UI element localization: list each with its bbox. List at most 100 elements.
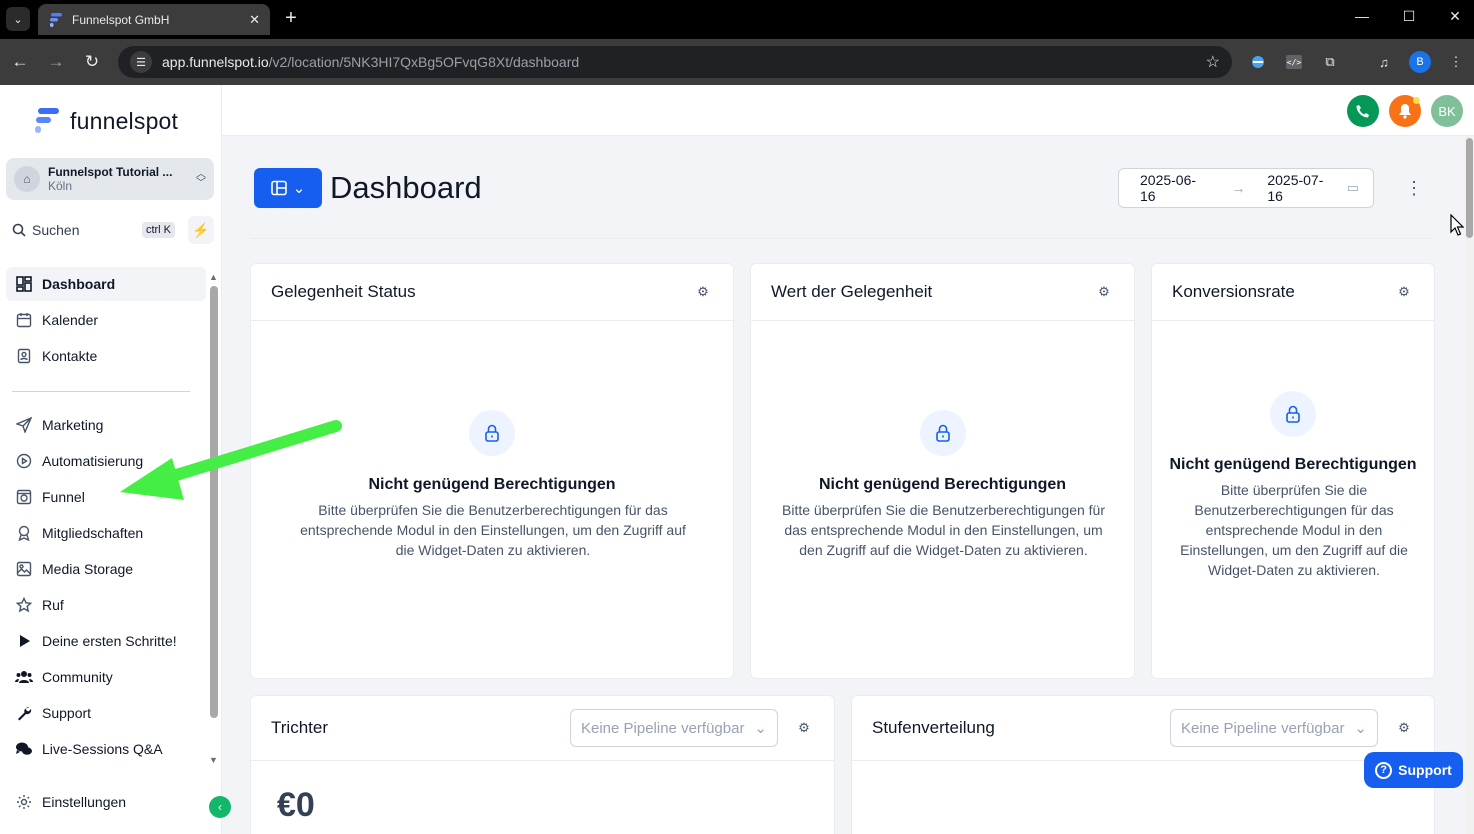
notifications-button[interactable] <box>1389 95 1421 127</box>
card-opportunity-value: Wert der Gelegenheit ⚙ Nicht genügend Be… <box>750 263 1135 679</box>
card-stage-distribution: Stufenverteilung Keine Pipeline verfügba… <box>851 695 1435 834</box>
sidebar-scrollbar[interactable] <box>210 286 218 718</box>
sidebar-item-kontakte[interactable]: Kontakte <box>6 339 206 373</box>
lock-icon <box>920 410 966 456</box>
layout-switch-button[interactable]: ⌄ <box>254 168 322 208</box>
funnelspot-logo-icon <box>35 108 59 133</box>
browser-menu-icon[interactable]: ⋮ <box>1445 51 1467 73</box>
card-opportunity-status: Gelegenheit Status ⚙ Nicht genügend Bere… <box>250 263 734 679</box>
date-to: 2025-07-16 <box>1267 172 1324 204</box>
tab-search-button[interactable]: ⌄ <box>6 7 30 31</box>
lock-icon <box>1270 391 1316 437</box>
extensions-puzzle-icon[interactable]: ⧉ <box>1319 51 1341 73</box>
phone-button[interactable] <box>1347 95 1379 127</box>
location-icon: ⌂ <box>14 166 40 192</box>
sidebar-item-media-storage[interactable]: Media Storage <box>6 552 206 586</box>
sidebar-item-community[interactable]: Community <box>6 660 206 694</box>
phone-icon <box>1356 105 1369 118</box>
search-input[interactable]: Suchen ctrl K <box>6 216 181 244</box>
contacts-icon <box>14 346 34 366</box>
url-text: app.funnelspot.io/v2/location/5NK3HI7QxB… <box>162 54 580 70</box>
chevron-down-icon: ⌄ <box>292 180 306 197</box>
chat-icon <box>14 739 34 759</box>
sidebar-item-funnel[interactable]: Funnel <box>6 480 206 514</box>
profile-avatar[interactable]: B <box>1409 51 1431 73</box>
minimize-window-button[interactable]: — <box>1352 8 1372 24</box>
sidebar: funnelspot ⌂ Funnelspot Tutorial ... Köl… <box>0 85 222 834</box>
card-conversion-rate: Konversionsrate ⚙ Nicht genügend Berecht… <box>1151 263 1435 679</box>
reload-button[interactable]: ↻ <box>81 51 103 73</box>
brand-logo[interactable]: funnelspot <box>34 107 178 135</box>
dashboard-icon <box>14 274 34 294</box>
page-scrollbar-track <box>1465 136 1474 834</box>
people-icon <box>14 667 34 687</box>
calendar-icon <box>14 310 34 330</box>
page-title: Dashboard <box>330 170 482 205</box>
sidebar-item-kalender[interactable]: Kalender <box>6 303 206 337</box>
sidebar-item-marketing[interactable]: Marketing <box>6 408 206 442</box>
filter-settings-icon[interactable]: ⚙ <box>794 720 814 736</box>
media-controls-icon[interactable]: ♫ <box>1373 51 1395 73</box>
permission-title: Nicht genügend Berechtigungen <box>818 476 1067 493</box>
devtools-extension-icon[interactable]: </> <box>1283 51 1305 73</box>
site-info-icon[interactable]: ☰ <box>130 51 152 73</box>
permission-text: Bitte überprüfen Sie die Benutzerberecht… <box>300 502 686 558</box>
card-funnel: Trichter Keine Pipeline verfügbar ⌄ ⚙ €0 <box>250 695 835 834</box>
tab-title: Funnelspot GmbH <box>72 12 170 27</box>
sidebar-item-support[interactable]: Support <box>6 696 206 730</box>
quick-actions-lightning-icon[interactable]: ⚡ <box>188 216 214 244</box>
search-shortcut: ctrl K <box>141 222 175 238</box>
calendar-icon: ▭ <box>1346 180 1359 195</box>
sidebar-scroll-up-icon[interactable]: ▲ <box>209 272 218 282</box>
close-window-button[interactable]: ✕ <box>1445 8 1465 25</box>
arrow-right-icon: → <box>1231 180 1246 196</box>
collapse-sidebar-button[interactable]: ‹ <box>209 796 231 818</box>
new-tab-button[interactable]: + <box>280 7 302 29</box>
close-tab-icon[interactable]: ✕ <box>249 12 260 28</box>
filter-settings-icon[interactable]: ⚙ <box>693 284 713 300</box>
funnel-icon <box>14 487 34 507</box>
filter-settings-icon[interactable]: ⚙ <box>1094 284 1114 300</box>
back-button[interactable]: ← <box>9 51 31 73</box>
layout-icon <box>270 180 287 196</box>
sidebar-item-ruf[interactable]: Ruf <box>6 588 206 622</box>
image-icon <box>14 559 34 579</box>
sidebar-item-mitgliedschaften[interactable]: Mitgliedschaften <box>6 516 206 550</box>
play-icon <box>14 631 34 651</box>
gear-icon <box>14 792 34 812</box>
filter-settings-icon[interactable]: ⚙ <box>1394 284 1414 300</box>
support-button[interactable]: ? Support <box>1364 752 1463 788</box>
permission-title: Nicht genügend Berechtigungen <box>368 476 616 493</box>
funnelspot-favicon <box>48 12 64 28</box>
more-options-icon[interactable]: ⋮ <box>1404 176 1424 200</box>
bell-icon <box>1399 104 1411 119</box>
extension-icon[interactable] <box>1247 51 1269 73</box>
location-city: Köln <box>48 179 73 193</box>
bookmark-star-icon[interactable]: ☆ <box>1206 52 1220 72</box>
permission-text: Bitte überprüfen Sie die Benutzerberecht… <box>782 502 1105 558</box>
pipeline-select[interactable]: Keine Pipeline verfügbar ⌄ <box>570 709 778 747</box>
sidebar-item-erste-schritte[interactable]: Deine ersten Schritte! <box>6 624 206 658</box>
date-range-picker[interactable]: 2025-06-16 → 2025-07-16 ▭ <box>1118 168 1374 208</box>
page-scrollbar[interactable] <box>1466 138 1473 238</box>
star-icon <box>14 595 34 615</box>
sidebar-item-automatisierung[interactable]: Automatisierung <box>6 444 206 478</box>
forward-button[interactable]: → <box>45 51 67 73</box>
card-title: Konversionsrate <box>1172 282 1295 301</box>
automation-icon <box>14 451 34 471</box>
maximize-window-button[interactable]: ☐ <box>1399 8 1419 25</box>
location-switcher[interactable]: ⌂ Funnelspot Tutorial ... Köln ︿ ﹀ <box>6 158 214 200</box>
pipeline-select[interactable]: Keine Pipeline verfügbar ⌄ <box>1170 709 1378 747</box>
sidebar-item-dashboard[interactable]: Dashboard <box>6 267 206 301</box>
sidebar-item-live-sessions[interactable]: Live-Sessions Q&A <box>6 732 206 766</box>
sidebar-divider <box>12 391 190 392</box>
sidebar-item-einstellungen[interactable]: Einstellungen <box>6 785 206 819</box>
address-bar[interactable]: ☰ app.funnelspot.io/v2/location/5NK3HI7Q… <box>118 46 1232 78</box>
search-placeholder: Suchen <box>32 222 80 238</box>
card-title: Gelegenheit Status <box>271 282 416 301</box>
filter-settings-icon[interactable]: ⚙ <box>1394 720 1414 736</box>
browser-tab[interactable]: Funnelspot GmbH ✕ <box>38 4 270 35</box>
user-avatar[interactable]: BK <box>1431 95 1463 127</box>
sidebar-scroll-down-icon[interactable]: ▼ <box>209 755 218 765</box>
brand-name: funnelspot <box>70 107 179 134</box>
